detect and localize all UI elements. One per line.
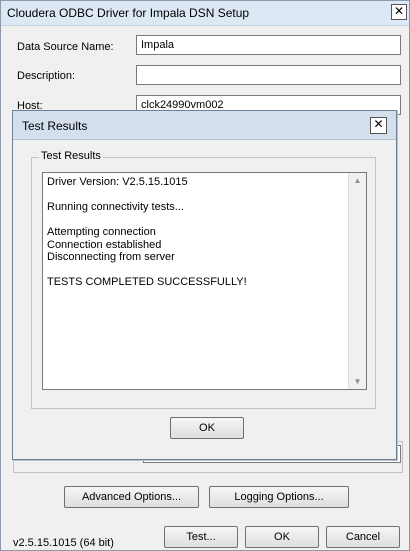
driver-version-label: v2.5.15.1015 (64 bit) [13, 537, 114, 549]
result-line: Connection established [47, 238, 162, 251]
result-line: TESTS COMPLETED SUCCESSFULLY! [47, 276, 247, 288]
dsn-field[interactable]: Impala [136, 35, 401, 55]
result-line [47, 264, 347, 277]
description-field[interactable] [136, 65, 401, 85]
scroll-up-arrow-icon[interactable]: ▲ [350, 173, 365, 188]
result-line [47, 189, 347, 202]
close-icon: ✕ [393, 4, 405, 18]
result-line: Driver Version: V2.5.15.1015 [47, 176, 188, 188]
result-line: Disconnecting from server [47, 251, 175, 263]
scroll-down-arrow-icon[interactable]: ▼ [350, 374, 365, 389]
vertical-scrollbar[interactable]: ▲ ▼ [348, 173, 366, 389]
test-button[interactable]: Test... [164, 526, 238, 548]
test-results-dialog: Test Results ✕ Test Results Driver Versi… [12, 110, 397, 460]
dialog-title-bar: Test Results ✕ [13, 111, 396, 140]
dsn-label: Data Source Name: [17, 41, 114, 53]
description-label: Description: [17, 70, 76, 82]
dialog-close-button[interactable]: ✕ [370, 117, 387, 134]
title-bar: Cloudera ODBC Driver for Impala DSN Setu… [1, 1, 409, 26]
results-textbox[interactable]: Driver Version: V2.5.15.1015 Running con… [42, 172, 367, 390]
window-title: Cloudera ODBC Driver for Impala DSN Setu… [7, 6, 250, 20]
window-close-button[interactable]: ✕ [391, 4, 407, 20]
result-line [47, 214, 347, 227]
advanced-options-button[interactable]: Advanced Options... [64, 486, 199, 508]
ok-button[interactable]: OK [245, 526, 319, 548]
logging-options-button[interactable]: Logging Options... [209, 486, 349, 508]
group-label: Test Results [39, 150, 103, 162]
dialog-ok-button[interactable]: OK [170, 417, 244, 439]
result-line: Running connectivity tests... [47, 201, 184, 213]
cancel-button[interactable]: Cancel [326, 526, 400, 548]
close-icon: ✕ [373, 117, 384, 131]
results-text: Driver Version: V2.5.15.1015 Running con… [47, 176, 347, 289]
result-line: Attempting connection [47, 226, 156, 238]
test-results-group: Test Results Driver Version: V2.5.15.101… [31, 150, 376, 409]
dialog-title: Test Results [22, 119, 88, 133]
